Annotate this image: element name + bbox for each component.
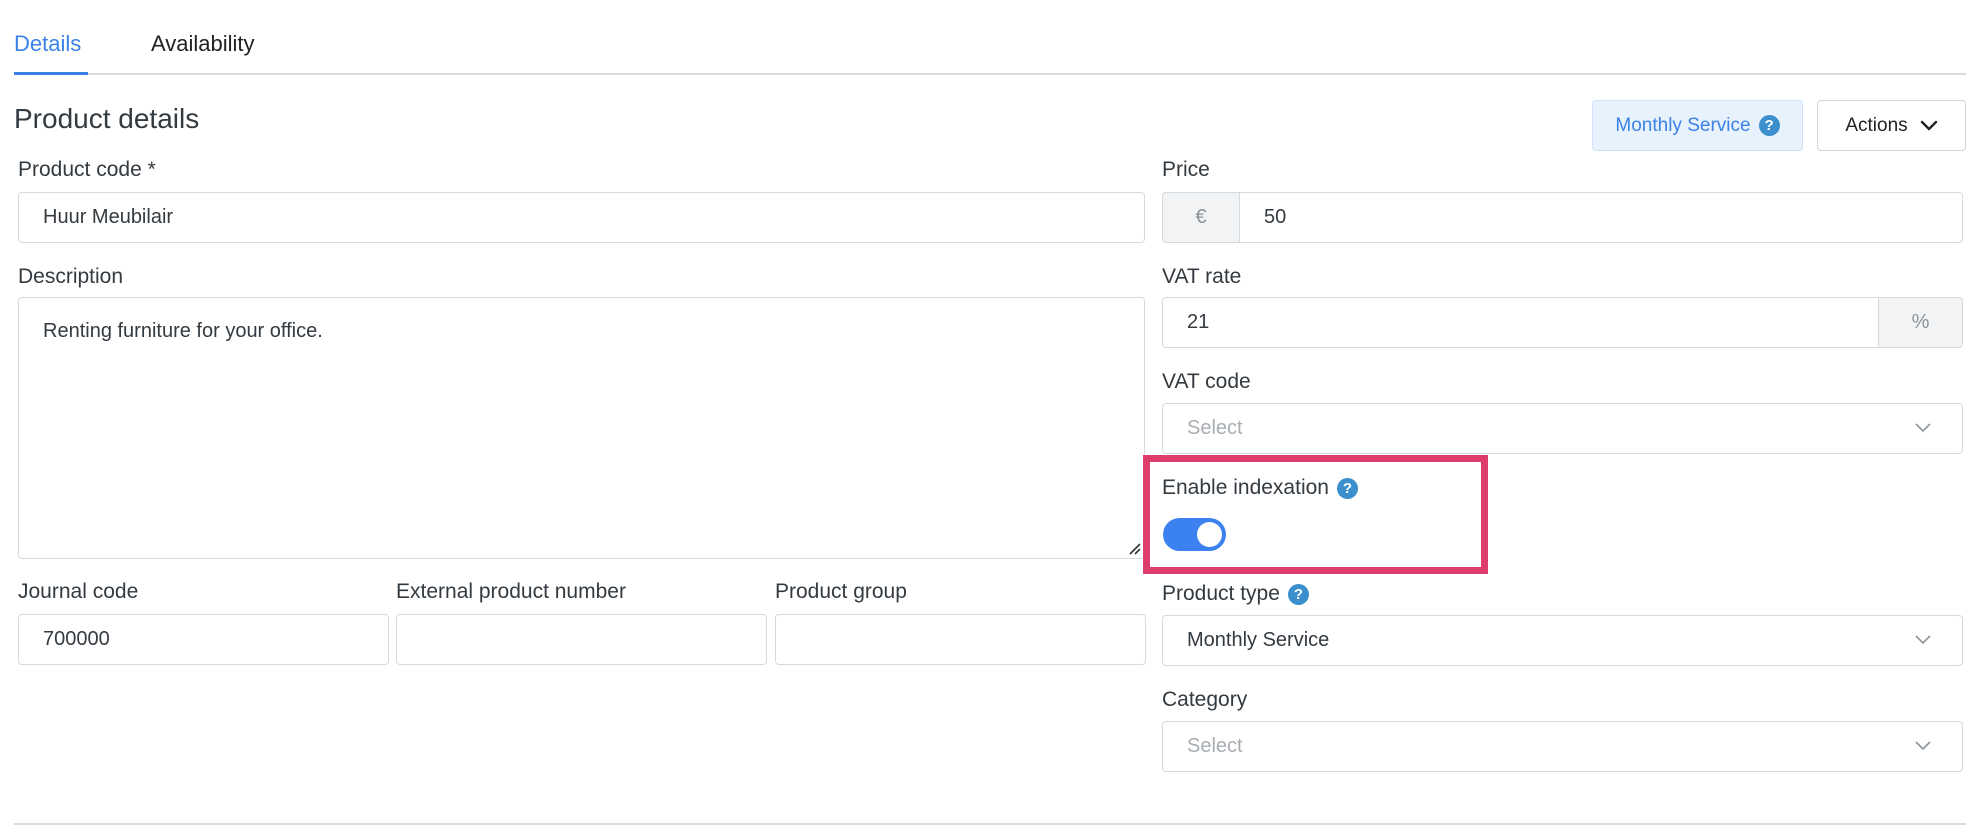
tab-availability[interactable]: Availability: [151, 31, 255, 57]
question-circle-icon[interactable]: ?: [1758, 115, 1780, 136]
description-label: Description: [18, 265, 124, 288]
vat-rate-value: 21: [1187, 311, 1210, 333]
question-circle-icon[interactable]: ?: [1336, 477, 1358, 499]
vat-rate-label: VAT rate: [1162, 265, 1242, 288]
product-group-label: Product group: [775, 580, 907, 603]
enable-indexation-toggle[interactable]: [1163, 518, 1226, 551]
enable-indexation-text: Enable indexation: [1162, 476, 1329, 499]
journal-code-input[interactable]: 700000: [18, 614, 389, 665]
product-code-value: Huur Meubilair: [43, 206, 174, 228]
external-product-number-input[interactable]: [396, 614, 767, 665]
description-value: Renting furniture for your office.: [43, 320, 323, 342]
toggle-knob: [1197, 522, 1222, 547]
chevron-down-icon: [1920, 120, 1937, 130]
chevron-down-icon: [1915, 635, 1931, 645]
vat-code-select[interactable]: Select: [1162, 403, 1963, 454]
chevron-down-icon: [1915, 741, 1931, 751]
product-type-badge: Monthly Service ?: [1592, 100, 1803, 151]
tab-details[interactable]: Details: [14, 31, 81, 57]
product-code-label: Product code *: [18, 158, 156, 181]
product-type-select[interactable]: Monthly Service: [1162, 615, 1963, 666]
resize-grip-icon[interactable]: [1127, 541, 1141, 555]
external-product-number-label: External product number: [396, 580, 626, 603]
vat-code-placeholder: Select: [1187, 417, 1243, 439]
product-type-value: Monthly Service: [1187, 629, 1330, 651]
percent-suffix: %: [1878, 297, 1963, 348]
category-select[interactable]: Select: [1162, 721, 1963, 772]
question-circle-icon[interactable]: ?: [1287, 583, 1309, 605]
journal-code-label: Journal code: [18, 580, 139, 603]
section-title: Product details: [14, 103, 200, 134]
price-value: 50: [1264, 206, 1287, 228]
active-tab-indicator: [14, 72, 88, 75]
actions-button[interactable]: Actions: [1817, 100, 1966, 151]
tab-bar: Details Availability: [14, 0, 1966, 75]
actions-label: Actions: [1845, 114, 1908, 136]
product-type-label: Product type ?: [1162, 582, 1309, 606]
currency-prefix: €: [1162, 192, 1240, 243]
price-label: Price: [1162, 158, 1210, 181]
product-type-text: Product type: [1162, 582, 1280, 605]
highlight-box: [1143, 455, 1488, 574]
category-label: Category: [1162, 688, 1248, 711]
product-group-input[interactable]: [775, 614, 1146, 665]
product-code-input[interactable]: Huur Meubilair: [18, 192, 1145, 243]
chevron-down-icon: [1915, 423, 1931, 433]
vat-rate-input[interactable]: 21: [1162, 297, 1879, 348]
vat-code-label: VAT code: [1162, 370, 1251, 393]
price-input[interactable]: 50: [1239, 192, 1963, 243]
badge-label: Monthly Service: [1615, 114, 1751, 136]
enable-indexation-label: Enable indexation ?: [1162, 476, 1358, 500]
journal-code-value: 700000: [43, 628, 110, 650]
divider: [14, 823, 1966, 825]
description-textarea[interactable]: Renting furniture for your office.: [18, 297, 1145, 559]
category-placeholder: Select: [1187, 735, 1243, 757]
